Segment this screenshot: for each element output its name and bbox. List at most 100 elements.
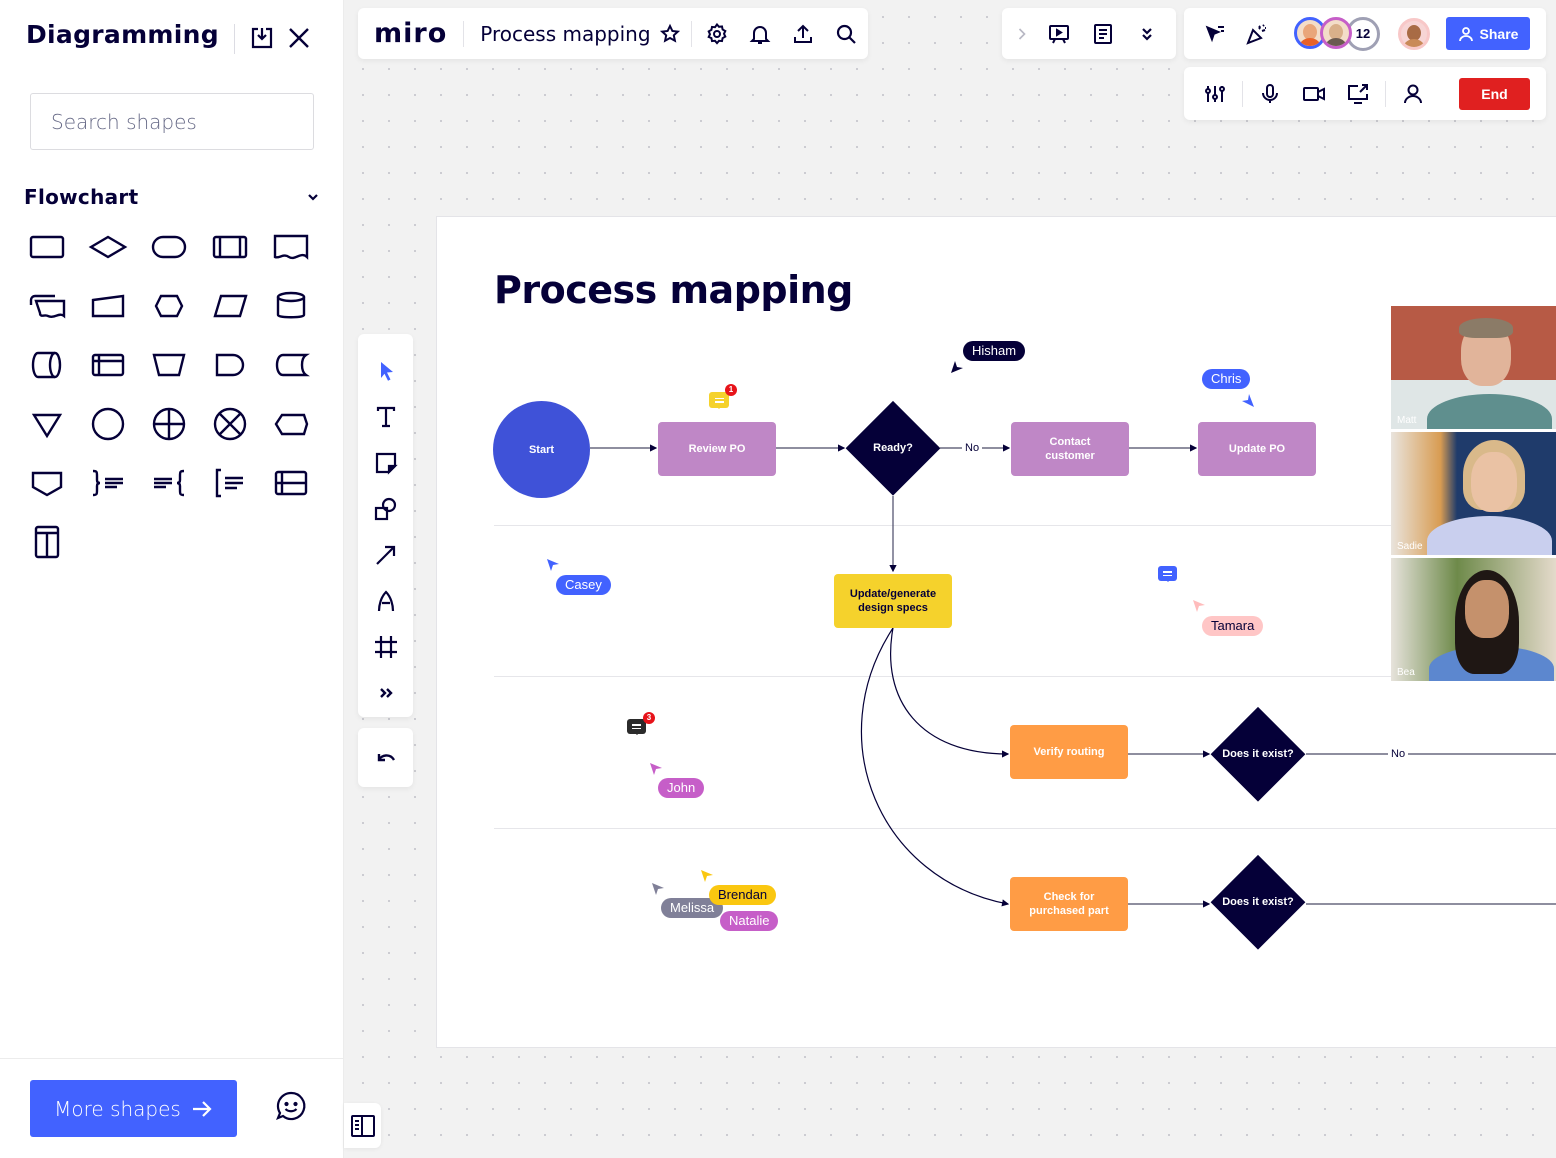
video-tile-matt[interactable]: Matt [1391, 306, 1556, 429]
board-name[interactable]: Process mapping [480, 22, 650, 46]
screen-share-button[interactable] [1341, 77, 1375, 111]
node-ready-decision[interactable]: Ready? [844, 399, 942, 497]
tool-select[interactable] [366, 348, 406, 394]
shape-multiple-documents[interactable] [16, 276, 77, 335]
comment-count-badge: 1 [725, 384, 737, 396]
node-contact-customer[interactable]: Contact customer [1011, 422, 1129, 476]
multiple-documents-shape-icon [29, 294, 65, 318]
shape-data[interactable] [199, 276, 260, 335]
shape-annotation-bracket[interactable] [199, 453, 260, 512]
shape-or[interactable] [138, 394, 199, 453]
expand-button[interactable] [1012, 17, 1032, 51]
node-start[interactable]: Start [493, 401, 590, 498]
user-icon [1458, 26, 1473, 41]
video-tile-bea[interactable]: Bea [1391, 558, 1556, 681]
edge-label-no: No [1388, 748, 1409, 760]
tool-sticky-note[interactable] [366, 440, 406, 486]
participants[interactable]: 12 [1294, 16, 1380, 51]
comment-marker[interactable] [1158, 566, 1177, 582]
node-exists-decision[interactable]: Does it exist? [1209, 705, 1307, 803]
share-button[interactable]: Share [1446, 17, 1530, 50]
participants-button[interactable] [1396, 77, 1430, 111]
notifications-button[interactable] [743, 17, 777, 51]
save-to-library-button[interactable] [248, 24, 276, 52]
bell-icon [749, 25, 770, 44]
node-exists-decision[interactable]: Does it exist? [1209, 853, 1307, 951]
follow-cursors-button[interactable] [1198, 17, 1232, 51]
internal-storage-shape-icon [91, 353, 124, 376]
off-page-connector-shape-icon [31, 471, 62, 496]
cursor-label-natalie: Natalie [720, 911, 779, 931]
shape-delay[interactable] [199, 335, 260, 394]
shape-horizontal-container[interactable] [260, 453, 321, 512]
toggle-panel-button[interactable] [344, 1103, 381, 1148]
comment-line [714, 397, 724, 399]
more-tools-button[interactable] [1130, 17, 1164, 51]
chevron-right-icon [1018, 27, 1026, 40]
shape-terminator[interactable] [138, 217, 199, 276]
tool-shapes[interactable] [366, 486, 406, 532]
process-shape-icon [29, 235, 64, 258]
undo-button[interactable] [358, 728, 413, 787]
shape-database[interactable] [260, 276, 321, 335]
tool-pen[interactable] [366, 578, 406, 624]
video-tile-sadie[interactable]: Sadie [1391, 432, 1556, 555]
shape-decision[interactable] [77, 217, 138, 276]
shape-manual-operation[interactable] [138, 335, 199, 394]
export-button[interactable] [786, 17, 820, 51]
tool-frame[interactable] [366, 624, 406, 670]
shape-direct-access-storage[interactable] [16, 335, 77, 394]
shape-off-page-connector[interactable] [16, 453, 77, 512]
shape-manual-input[interactable] [77, 276, 138, 335]
shape-annotation-left[interactable] [138, 453, 199, 512]
diagramming-panel: Diagramming Flowchart [0, 0, 344, 1158]
shape-merge[interactable] [16, 394, 77, 453]
search-shapes-input[interactable] [30, 93, 314, 150]
node-update-po[interactable]: Update PO [1198, 422, 1316, 476]
node-verify-routing[interactable]: Verify routing [1010, 725, 1128, 779]
shape-connector[interactable] [77, 394, 138, 453]
shape-vertical-container[interactable] [16, 512, 77, 571]
shape-document[interactable] [260, 217, 321, 276]
node-check-purchased-part[interactable]: Check for purchased part [1010, 877, 1128, 931]
panel-title: Diagramming [26, 20, 219, 49]
tool-text[interactable] [366, 394, 406, 440]
camera-button[interactable] [1297, 77, 1331, 111]
presentation-button[interactable] [1042, 17, 1076, 51]
camera-icon [1303, 86, 1325, 101]
my-avatar[interactable] [1398, 17, 1430, 50]
node-review-po[interactable]: Review PO [658, 422, 776, 476]
settings-sliders-icon [1205, 85, 1225, 102]
summing-junction-shape-icon [213, 407, 246, 440]
call-settings-button[interactable] [1198, 77, 1232, 111]
celebrate-button[interactable] [1240, 17, 1274, 51]
more-shapes-button[interactable]: More shapes [30, 1080, 237, 1137]
node-update-specs[interactable]: Update/generate design specs [834, 574, 952, 628]
divider [463, 20, 465, 47]
notes-button[interactable] [1086, 17, 1120, 51]
avatar[interactable] [1320, 16, 1352, 49]
comment-line [1163, 574, 1172, 576]
shape-stored-data[interactable] [260, 335, 321, 394]
end-call-button[interactable]: End [1459, 78, 1530, 110]
cursor-label-chris: Chris [1202, 369, 1251, 389]
shape-predefined-process[interactable] [199, 217, 260, 276]
star-button[interactable] [653, 17, 687, 51]
close-panel-button[interactable] [285, 24, 313, 52]
shape-summing-junction[interactable] [199, 394, 260, 453]
flowchart-section-toggle[interactable]: Flowchart [24, 184, 320, 210]
search-button[interactable] [829, 17, 863, 51]
settings-button[interactable] [700, 17, 734, 51]
shape-preparation[interactable] [138, 276, 199, 335]
shape-internal-storage[interactable] [77, 335, 138, 394]
shape-annotation-right[interactable] [77, 453, 138, 512]
shape-process[interactable] [16, 217, 77, 276]
divider [1242, 80, 1243, 107]
shape-display[interactable] [260, 394, 321, 453]
tool-connection-line[interactable] [366, 532, 406, 578]
avatar-body [1402, 38, 1426, 47]
tool-more[interactable] [366, 670, 406, 716]
microphone-button[interactable] [1253, 77, 1287, 111]
miro-logo[interactable]: miro [374, 18, 447, 49]
feedback-button[interactable] [274, 1089, 308, 1123]
